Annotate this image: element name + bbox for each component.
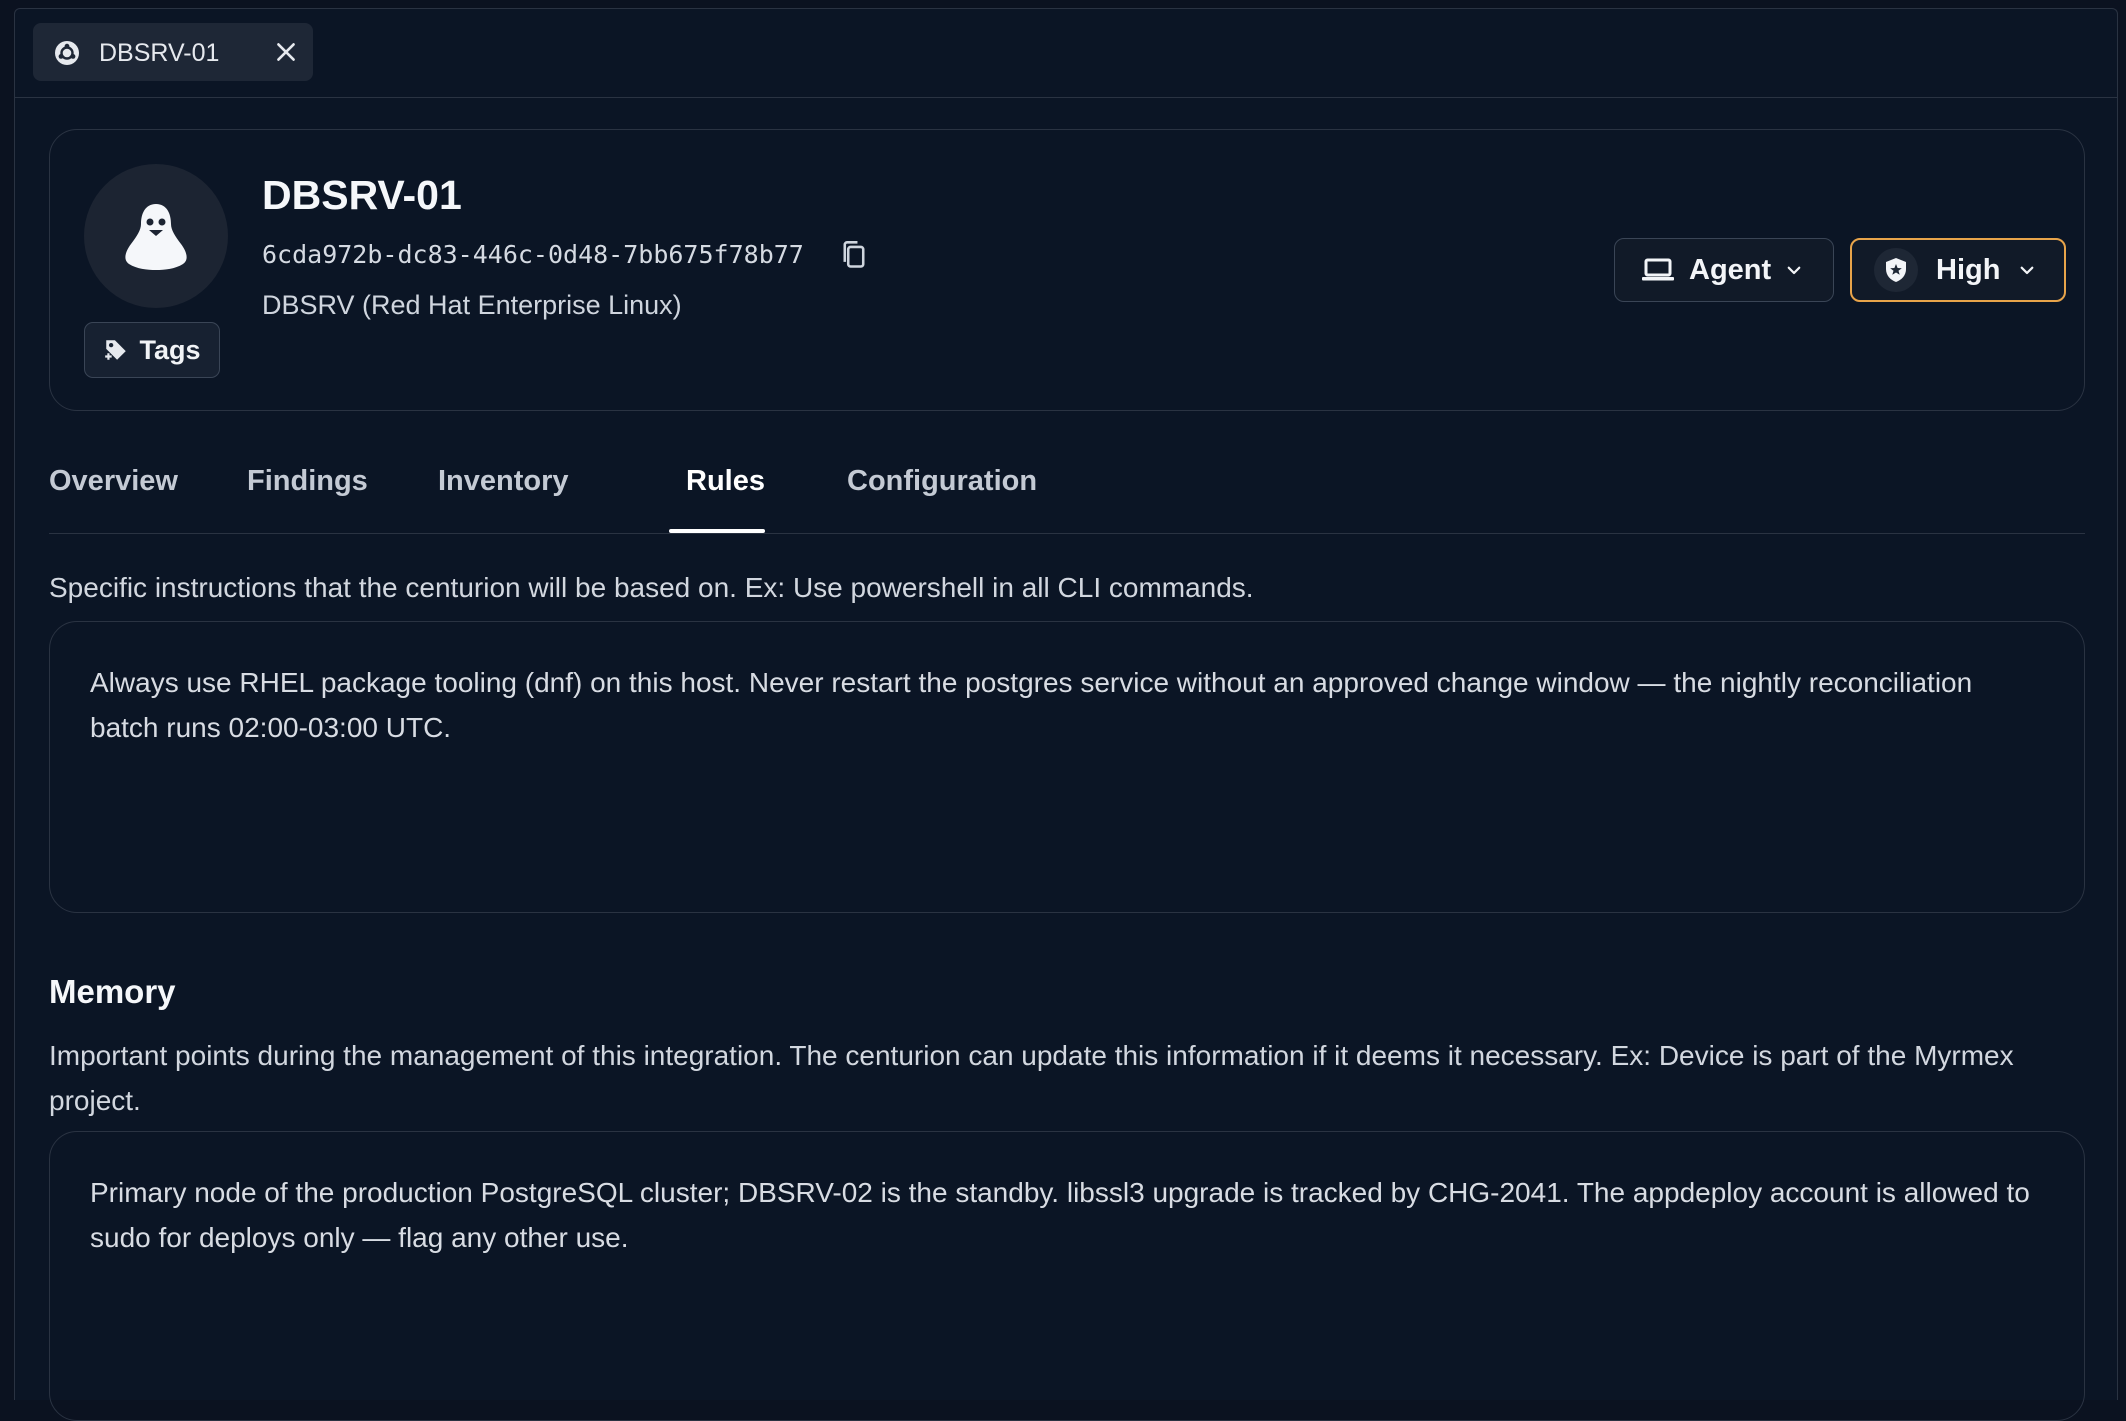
chevron-down-icon [1787, 266, 1801, 275]
host-header-card: Tags DBSRV-01 6cda972b-dc83-446c-0d48-7b… [49, 129, 2085, 411]
avatar [84, 164, 228, 308]
host-os: DBSRV (Red Hat Enterprise Linux) [262, 290, 682, 320]
tags-button[interactable]: Tags [84, 322, 220, 378]
tab-overview[interactable]: Overview [49, 465, 178, 498]
close-icon[interactable] [273, 39, 299, 65]
tags-button-label: Tags [139, 334, 201, 365]
tab-configuration[interactable]: Configuration [847, 465, 1037, 498]
app-window: DBSRV-01 Tags DBSRV-01 6cda972b-dc83-446… [14, 8, 2118, 1421]
linux-penguin-icon [125, 204, 187, 270]
host-id: 6cda972b-dc83-446c-0d48-7bb675f78b77 [262, 240, 804, 269]
agent-dropdown[interactable]: Agent [1614, 238, 1834, 302]
priority-dropdown-label: High [1936, 253, 2001, 286]
tab-rules[interactable]: Rules [686, 465, 765, 498]
document-tab[interactable]: DBSRV-01 [33, 23, 313, 81]
host-name: DBSRV-01 [262, 172, 462, 218]
tab-inventory[interactable]: Inventory [438, 465, 569, 498]
section-tabs: Overview Findings Inventory Rules Config… [49, 449, 2085, 534]
chevron-down-icon [2021, 266, 2034, 275]
shield-icon [1886, 258, 1906, 282]
active-tab-indicator [669, 529, 765, 533]
tab-title: DBSRV-01 [99, 39, 220, 67]
tab-findings[interactable]: Findings [247, 465, 368, 498]
memory-textarea[interactable]: Primary node of the production PostgreSQ… [49, 1131, 2085, 1421]
memory-title: Memory [49, 973, 176, 1010]
copy-icon[interactable] [840, 240, 868, 270]
laptop-icon [1642, 258, 1674, 281]
priority-dropdown[interactable]: High [1850, 238, 2066, 302]
rules-description: Specific instructions that the centurion… [49, 572, 1254, 603]
rules-textarea[interactable]: Always use RHEL package tooling (dnf) on… [49, 621, 2085, 913]
memory-description: Important points during the management o… [49, 1040, 2014, 1116]
tag-icon [105, 340, 127, 360]
shield-badge [1874, 248, 1918, 292]
ubuntu-icon [55, 41, 79, 65]
tab-bar: DBSRV-01 [15, 9, 2117, 98]
agent-dropdown-label: Agent [1689, 253, 1772, 286]
